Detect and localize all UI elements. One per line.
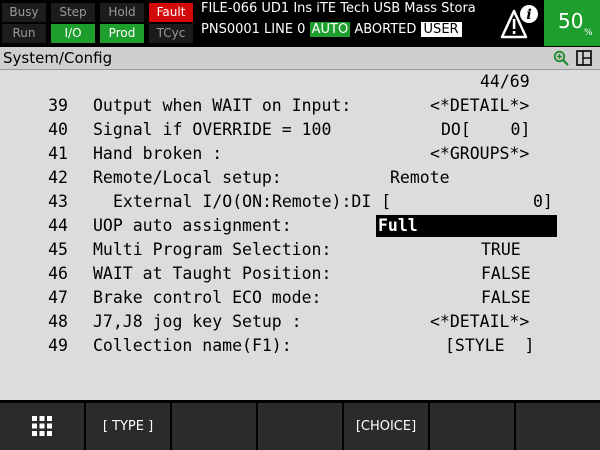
row-label: Multi Program Selection: [93, 240, 332, 259]
page-indicator: 44/69 [480, 72, 530, 91]
row-label: Remote/Local setup: [93, 168, 282, 187]
row-label: Collection name(F1): [93, 336, 292, 355]
window-layout-icon[interactable] [576, 50, 592, 66]
row-number: 48 [48, 312, 68, 331]
row-number: 41 [48, 144, 68, 163]
row-number: 49 [48, 336, 68, 355]
override-unit: % [584, 28, 593, 38]
next-button[interactable] [516, 403, 600, 450]
warning-info-icon[interactable]: i [500, 3, 540, 43]
row-label: J7,J8 jog key Setup : [93, 312, 302, 331]
row-label: WAIT at Taught Position: [93, 264, 332, 283]
status-message: FILE-066 UD1 Ins iTE Tech USB Mass Stora… [198, 0, 498, 46]
row-number: 46 [48, 264, 68, 283]
zoom-in-icon[interactable] [553, 50, 569, 66]
hold-indicator: Hold [100, 3, 144, 22]
row-number: 44 [48, 216, 68, 235]
override-value: 50 [558, 9, 584, 33]
menu-button[interactable] [0, 403, 84, 450]
f1-type-button[interactable]: [ TYPE ] [86, 403, 170, 450]
svg-text:i: i [526, 7, 531, 23]
f2-button[interactable] [172, 403, 256, 450]
row-value[interactable]: <*DETAIL*> [430, 96, 529, 115]
prod-indicator: Prod [100, 24, 144, 43]
row-number: 40 [48, 120, 68, 139]
override-percent[interactable]: 50 % [544, 0, 600, 46]
row-value[interactable]: DO[ 0] [441, 120, 530, 139]
row-label: External I/O(ON:Remote):DI [ [113, 192, 392, 211]
selected-row-value[interactable]: Full [376, 215, 557, 237]
row-label: UOP auto assignment: [93, 216, 292, 235]
config-list: 44/69 39 Output when WAIT on Input: <*DE… [0, 70, 600, 400]
row-value[interactable]: FALSE [481, 264, 531, 283]
program-state-text: ABORTED [354, 22, 417, 37]
row-value[interactable]: Remote [390, 168, 450, 187]
row-value[interactable]: 0] [533, 192, 553, 211]
row-value[interactable]: TRUE [481, 240, 521, 259]
row-number: 39 [48, 96, 68, 115]
run-indicator: Run [2, 24, 46, 43]
title-bar: System/Config [0, 47, 600, 70]
io-indicator: I/O [51, 24, 95, 43]
row-value[interactable]: <*GROUPS*> [430, 144, 529, 163]
status-line-1: FILE-066 UD1 Ins iTE Tech USB Mass Stora [201, 1, 476, 16]
auto-mode-badge: AUTO [309, 22, 351, 37]
row-number: 42 [48, 168, 68, 187]
row-label: Signal if OVERRIDE = 100 [93, 120, 332, 139]
grid-menu-icon [32, 416, 52, 436]
user-badge: USER [420, 22, 462, 37]
step-indicator: Step [51, 3, 95, 22]
row-label: Output when WAIT on Input: [93, 96, 352, 115]
f5-button[interactable] [430, 403, 514, 450]
status-bar: Busy Step Hold Fault Run I/O Prod TCyc F… [0, 0, 600, 46]
status-line-2: PNS0001 LINE 0 AUTO ABORTED USER [201, 22, 462, 37]
program-line-text: PNS0001 LINE 0 [201, 22, 306, 37]
busy-indicator: Busy [2, 3, 46, 22]
page-title: System/Config [3, 49, 113, 67]
row-value[interactable]: [STYLE ] [445, 336, 534, 355]
fault-indicator: Fault [149, 3, 193, 22]
row-number: 47 [48, 288, 68, 307]
function-key-bar: [ TYPE ] [CHOICE] [0, 402, 600, 450]
row-number: 45 [48, 240, 68, 259]
tcyc-indicator: TCyc [149, 24, 193, 43]
row-value[interactable]: <*DETAIL*> [430, 312, 529, 331]
row-value[interactable]: FALSE [481, 288, 531, 307]
f4-choice-button[interactable]: [CHOICE] [344, 403, 428, 450]
row-label: Brake control ECO mode: [93, 288, 322, 307]
row-number: 43 [48, 192, 68, 211]
f3-button[interactable] [258, 403, 342, 450]
row-label: Hand broken : [93, 144, 223, 163]
